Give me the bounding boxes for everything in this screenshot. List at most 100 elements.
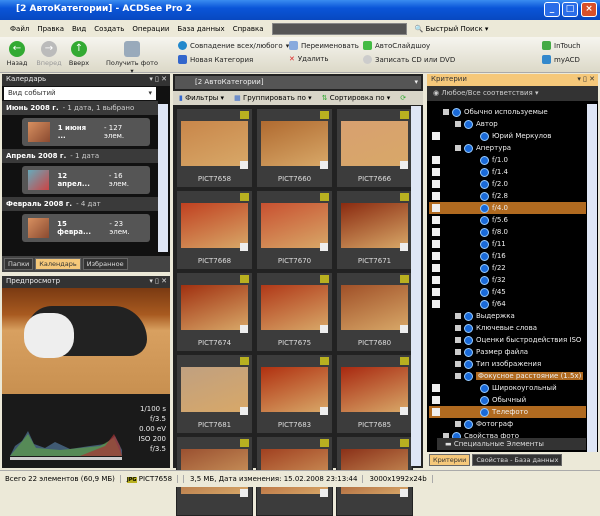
criteria-item[interactable]: Тип изображения (429, 358, 586, 370)
expand-toggle-icon[interactable] (443, 109, 449, 115)
expand-toggle-icon[interactable] (455, 313, 461, 319)
panel-controls[interactable]: ▾ ▯ ✕ (149, 75, 167, 83)
select-checkbox[interactable] (320, 407, 328, 415)
scrollbar[interactable] (158, 104, 168, 252)
criteria-item[interactable]: f/11 (429, 238, 586, 250)
expand-toggle-icon[interactable] (455, 421, 461, 427)
expand-toggle-icon[interactable] (455, 349, 461, 355)
criteria-checkbox[interactable] (432, 240, 440, 248)
criteria-checkbox[interactable] (432, 204, 440, 212)
thumbnail-item[interactable]: PICT7681 (176, 354, 253, 434)
criteria-item[interactable]: Автор (429, 118, 586, 130)
expand-toggle-icon[interactable] (455, 121, 461, 127)
select-checkbox[interactable] (240, 243, 248, 251)
match-button[interactable]: Совпадение всех/любого ▾ (178, 41, 289, 50)
tab-criteria[interactable]: Критерии (429, 454, 471, 466)
thumbnail-item[interactable]: PICT7675 (256, 272, 333, 352)
criteria-item[interactable]: f/32 (429, 274, 586, 286)
select-checkbox[interactable] (320, 161, 328, 169)
select-checkbox[interactable] (240, 407, 248, 415)
panel-controls[interactable]: ▾ ▯ ✕ (149, 277, 167, 285)
menu-edit[interactable]: Правка (37, 25, 64, 33)
criteria-item[interactable]: f/8.0 (429, 226, 586, 238)
up-button[interactable]: ↑ Вверх (66, 41, 92, 67)
criteria-checkbox[interactable] (432, 396, 440, 404)
menu-database[interactable]: База данных (177, 25, 224, 33)
expand-toggle-icon[interactable] (455, 325, 461, 331)
myacd-button[interactable]: myACD (542, 55, 580, 64)
filters-button[interactable]: ▮ Фильтры ▾ (179, 94, 224, 102)
intouch-button[interactable]: InTouch (542, 41, 581, 50)
menu-file[interactable]: Файл (10, 25, 29, 33)
criteria-item[interactable]: f/1.4 (429, 166, 586, 178)
thumbnail-item[interactable]: PICT7685 (336, 354, 413, 434)
criteria-item[interactable]: f/22 (429, 262, 586, 274)
criteria-checkbox[interactable] (432, 252, 440, 260)
criteria-item[interactable]: Ключевые слова (429, 322, 586, 334)
thumbnail-item[interactable]: PICT7680 (336, 272, 413, 352)
rename-button[interactable]: Переименовать (289, 41, 359, 50)
criteria-checkbox[interactable] (432, 276, 440, 284)
select-checkbox[interactable] (400, 407, 408, 415)
minimize-button[interactable]: _ (544, 2, 560, 17)
select-checkbox[interactable] (320, 489, 328, 497)
new-category-button[interactable]: Новая Категория (178, 55, 253, 64)
criteria-checkbox[interactable] (432, 132, 440, 140)
tab-db-properties[interactable]: Свойства - База данных (472, 454, 563, 466)
select-checkbox[interactable] (320, 243, 328, 251)
maximize-button[interactable]: □ (562, 2, 578, 17)
criteria-item[interactable]: Фотограф (429, 418, 586, 430)
address-input[interactable] (271, 22, 407, 35)
expand-toggle-icon[interactable] (455, 145, 461, 151)
thumbnail-item[interactable]: PICT7670 (256, 190, 333, 270)
criteria-item[interactable]: f/64 (429, 298, 586, 310)
select-checkbox[interactable] (400, 243, 408, 251)
criteria-item[interactable]: Юрий Меркулов (429, 130, 586, 142)
criteria-checkbox[interactable] (432, 408, 440, 416)
criteria-item[interactable]: Телефото (429, 406, 586, 418)
forward-button[interactable]: → Вперед (34, 41, 64, 67)
special-items[interactable]: ▬ Специальные Элементы (437, 438, 586, 450)
thumbnail-item[interactable]: PICT7671 (336, 190, 413, 270)
day-item[interactable]: 12 апрел... - 16 элем. (22, 166, 150, 194)
select-checkbox[interactable] (240, 489, 248, 497)
slideshow-button[interactable]: АвтоСлайдшоу (363, 41, 430, 50)
month-header[interactable]: Февраль 2008 г. - 4 дат (2, 197, 158, 211)
thumbnail-item[interactable]: PICT7683 (256, 354, 333, 434)
criteria-item[interactable]: Обычный (429, 394, 586, 406)
criteria-item[interactable]: f/4.0 (429, 202, 586, 214)
sort-button[interactable]: ⇅ Сортировка по ▾ (322, 94, 391, 102)
thumbnail-item[interactable]: PICT7658 (176, 108, 253, 188)
group-button[interactable]: ▦ Группировать по ▾ (234, 94, 312, 102)
menu-create[interactable]: Создать (94, 25, 124, 33)
quick-search-button[interactable]: 🔍 Быстрый Поиск ▾ (415, 25, 489, 33)
delete-button[interactable]: ✕ Удалить (289, 55, 329, 63)
criteria-checkbox[interactable] (432, 180, 440, 188)
criteria-item[interactable]: f/16 (429, 250, 586, 262)
view-select[interactable]: Вид событий ▾ (4, 87, 156, 100)
expand-toggle-icon[interactable] (455, 373, 461, 379)
criteria-checkbox[interactable] (432, 300, 440, 308)
refresh-icon[interactable]: ⟳ (400, 94, 406, 102)
criteria-checkbox[interactable] (432, 192, 440, 200)
select-checkbox[interactable] (240, 161, 248, 169)
back-button[interactable]: ← Назад (4, 41, 30, 67)
thumbnail-item[interactable]: PICT7674 (176, 272, 253, 352)
close-button[interactable]: × (581, 2, 597, 17)
tab-calendar[interactable]: Календарь (35, 258, 81, 270)
select-checkbox[interactable] (400, 325, 408, 333)
month-header[interactable]: Апрель 2008 г. - 1 дата (2, 149, 158, 163)
criteria-item[interactable]: Широкоугольный (429, 382, 586, 394)
get-photos-button[interactable]: Получить фото ▾ (104, 41, 160, 75)
menu-tools[interactable]: Операции (132, 25, 169, 33)
tab-folders[interactable]: Папки (4, 258, 34, 270)
criteria-item[interactable]: Обычно используемые (429, 106, 586, 118)
path-bar[interactable]: [2 АвтоКатегории] ▾ (175, 76, 421, 89)
criteria-checkbox[interactable] (432, 228, 440, 236)
criteria-checkbox[interactable] (432, 156, 440, 164)
day-item[interactable]: 1 июня ... - 127 элем. (22, 118, 150, 146)
browser-scrollbar[interactable] (411, 106, 421, 466)
thumbnail-item[interactable]: PICT7660 (256, 108, 333, 188)
expand-toggle-icon[interactable] (455, 337, 461, 343)
criteria-checkbox[interactable] (432, 216, 440, 224)
